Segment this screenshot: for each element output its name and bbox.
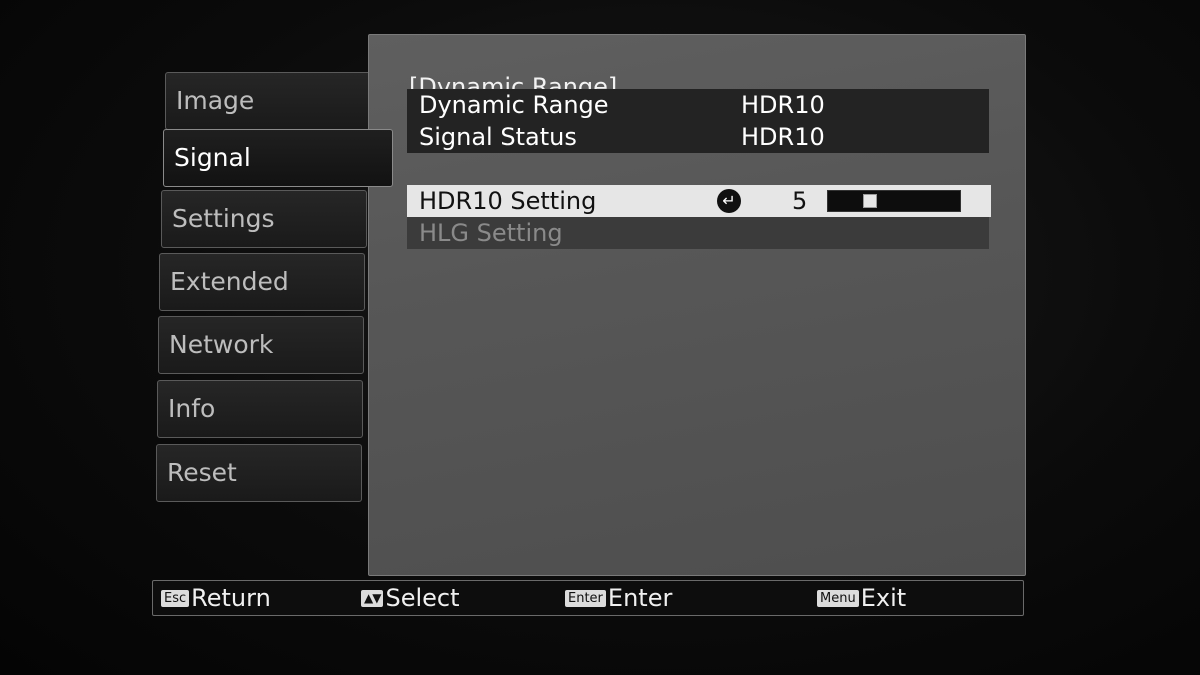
help-label: Enter <box>607 584 673 612</box>
help-select: ▲▼ Select <box>361 581 460 615</box>
tab-image[interactable]: Image <box>165 72 371 130</box>
row-hlg-setting: HLG Setting <box>407 217 989 249</box>
enter-return-icon: ↵ <box>717 189 741 213</box>
esc-key-icon: Esc <box>161 589 190 607</box>
help-return: Esc Return <box>161 581 271 615</box>
tab-settings[interactable]: Settings <box>161 190 367 248</box>
row-label: HLG Setting <box>419 219 563 247</box>
help-label: Exit <box>860 584 907 612</box>
row-value: HDR10 <box>741 123 825 151</box>
help-label: Select <box>385 584 460 612</box>
enter-key-icon: Enter <box>565 589 606 607</box>
row-label: Signal Status <box>419 123 577 151</box>
row-dynamic-range[interactable]: Dynamic Range HDR10 <box>407 89 989 121</box>
menu-key-icon: Menu <box>817 589 859 607</box>
row-signal-status[interactable]: Signal Status HDR10 <box>407 121 989 153</box>
tab-network[interactable]: Network <box>158 316 364 374</box>
tab-signal[interactable]: Signal <box>163 129 393 187</box>
projector-osd: Image Signal Settings Extended Network I… <box>0 0 1200 675</box>
help-bar: Esc Return ▲▼ Select Enter Enter Menu Exit <box>152 580 1024 616</box>
row-label: HDR10 Setting <box>419 187 597 215</box>
help-exit: Menu Exit <box>817 581 906 615</box>
tab-extended[interactable]: Extended <box>159 253 365 311</box>
tab-reset[interactable]: Reset <box>156 444 362 502</box>
settings-panel: [Dynamic Range] Dynamic Range HDR10 Sign… <box>368 34 1026 576</box>
up-down-arrows-icon: ▲▼ <box>361 589 384 607</box>
row-label: Dynamic Range <box>419 91 609 119</box>
row-hdr10-setting[interactable]: HDR10 Setting ↵ 5 <box>407 185 991 217</box>
value-slider[interactable] <box>827 190 961 212</box>
help-enter: Enter Enter <box>565 581 672 615</box>
tab-info[interactable]: Info <box>157 380 363 438</box>
help-label: Return <box>191 584 271 612</box>
slider-knob[interactable] <box>863 194 877 208</box>
setting-value: 5 <box>792 187 808 215</box>
row-value: HDR10 <box>741 91 825 119</box>
